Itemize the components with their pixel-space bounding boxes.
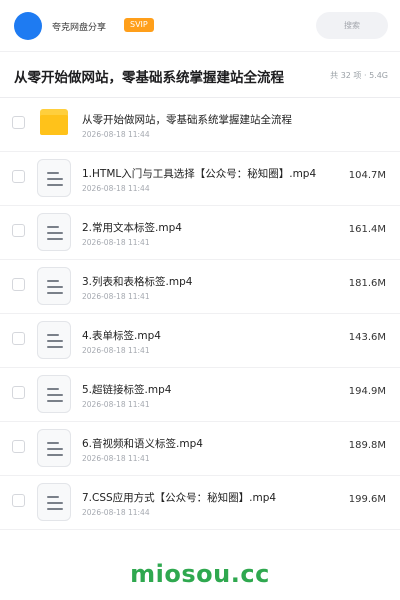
- list-item[interactable]: 7.CSS应用方式【公众号：秘知圈】.mp4 2026-08-18 11:44 …: [0, 476, 400, 530]
- row-checkbox[interactable]: [12, 332, 25, 345]
- item-size: 143.6M: [348, 332, 386, 343]
- list-item[interactable]: 1.HTML入门与工具选择【公众号：秘知圈】.mp4 2026-08-18 11…: [0, 152, 400, 206]
- row-checkbox[interactable]: [12, 224, 25, 237]
- share-meta: 共 32 项 · 5.4G: [330, 71, 388, 80]
- list-item[interactable]: 3.列表和表格标签.mp4 2026-08-18 11:41 181.6M: [0, 260, 400, 314]
- row-checkbox[interactable]: [12, 494, 25, 507]
- video-file-icon: [37, 483, 71, 521]
- item-date: 2026-08-18 11:44: [82, 130, 150, 139]
- avatar[interactable]: [14, 12, 42, 40]
- file-list: 从零开始做网站，零基础系统掌握建站全流程 2026-08-18 11:44 1.…: [0, 98, 400, 530]
- list-item[interactable]: 4.表单标签.mp4 2026-08-18 11:41 143.6M: [0, 314, 400, 368]
- list-item[interactable]: 从零开始做网站，零基础系统掌握建站全流程 2026-08-18 11:44: [0, 98, 400, 152]
- search-button[interactable]: 搜索: [316, 12, 388, 39]
- item-name: 6.音视频和语义标签.mp4: [82, 438, 203, 450]
- item-size: 104.7M: [348, 170, 386, 181]
- top-bar: 夸克网盘分享 SVIP 搜索: [0, 0, 400, 52]
- item-name: 7.CSS应用方式【公众号：秘知圈】.mp4: [82, 492, 277, 504]
- item-date: 2026-08-18 11:41: [82, 400, 150, 409]
- video-file-icon: [37, 213, 71, 251]
- item-size: 199.6M: [348, 494, 386, 505]
- row-checkbox[interactable]: [12, 278, 25, 291]
- item-date: 2026-08-18 11:41: [82, 238, 150, 247]
- item-date: 2026-08-18 11:41: [82, 346, 150, 355]
- item-size: 189.8M: [348, 440, 386, 451]
- item-name: 1.HTML入门与工具选择【公众号：秘知圈】.mp4: [82, 168, 317, 180]
- item-name: 2.常用文本标签.mp4: [82, 222, 182, 234]
- row-checkbox[interactable]: [12, 440, 25, 453]
- watermark: miosou.cc: [130, 560, 270, 588]
- item-name: 3.列表和表格标签.mp4: [82, 276, 193, 288]
- list-item[interactable]: 2.常用文本标签.mp4 2026-08-18 11:41 161.4M: [0, 206, 400, 260]
- video-file-icon: [37, 375, 71, 413]
- item-size: 161.4M: [348, 224, 386, 235]
- item-date: 2026-08-18 11:44: [82, 184, 150, 193]
- item-date: 2026-08-18 11:41: [82, 454, 150, 463]
- sharer-name: 夸克网盘分享: [52, 23, 107, 33]
- folder-icon: [40, 109, 68, 135]
- item-name: 4.表单标签.mp4: [82, 330, 161, 342]
- item-size: 181.6M: [348, 278, 386, 289]
- row-checkbox[interactable]: [12, 116, 25, 129]
- video-file-icon: [37, 429, 71, 467]
- item-date: 2026-08-18 11:44: [82, 508, 150, 517]
- list-item[interactable]: 5.超链接标签.mp4 2026-08-18 11:41 194.9M: [0, 368, 400, 422]
- list-item[interactable]: 6.音视频和语义标签.mp4 2026-08-18 11:41 189.8M: [0, 422, 400, 476]
- share-title-bar: 从零开始做网站，零基础系统掌握建站全流程 共 32 项 · 5.4G: [0, 52, 400, 98]
- item-name: 5.超链接标签.mp4: [82, 384, 172, 396]
- video-file-icon: [37, 321, 71, 359]
- svip-badge: SVIP: [124, 18, 154, 32]
- item-size: 194.9M: [348, 386, 386, 397]
- row-checkbox[interactable]: [12, 170, 25, 183]
- page-title: 从零开始做网站，零基础系统掌握建站全流程: [14, 70, 284, 86]
- item-name: 从零开始做网站，零基础系统掌握建站全流程: [82, 114, 292, 126]
- row-checkbox[interactable]: [12, 386, 25, 399]
- item-date: 2026-08-18 11:41: [82, 292, 150, 301]
- video-file-icon: [37, 267, 71, 305]
- video-file-icon: [37, 159, 71, 197]
